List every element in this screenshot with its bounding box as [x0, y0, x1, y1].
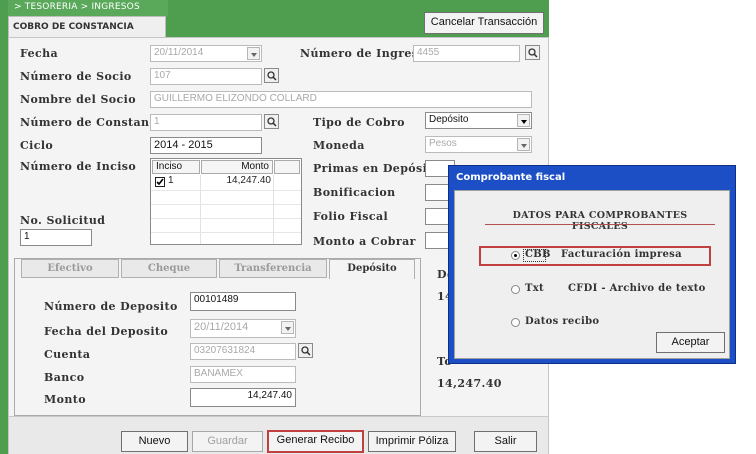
guardar-button[interactable]: Guardar: [192, 431, 263, 452]
fecha-deposito-label: Fecha del Deposito: [44, 325, 169, 338]
option-txt-desc[interactable]: CFDI - Archivo de texto: [568, 283, 706, 294]
fecha-field[interactable]: 20/11/2014: [150, 45, 262, 62]
dropdown-arrow-icon: [281, 321, 294, 334]
inciso-cell: 1: [168, 175, 174, 186]
option-datos-recibo[interactable]: Datos recibo: [525, 316, 599, 327]
generar-recibo-button[interactable]: Generar Recibo: [267, 430, 364, 453]
monto-cell: 14,247.40: [226, 175, 272, 186]
nombre-socio-field[interactable]: GUILLERMO ELIZONDO COLLARD: [150, 91, 532, 108]
fecha-label: Fecha: [20, 47, 59, 60]
option-txt-code[interactable]: Txt: [525, 283, 544, 294]
tipo-cobro-label: Tipo de Cobro: [313, 116, 405, 129]
search-socio-button[interactable]: [264, 68, 279, 83]
grid-header-blank: [274, 160, 300, 174]
cancel-transaction-button[interactable]: Cancelar Transacción: [424, 12, 544, 34]
numero-deposito-field[interactable]: 00101489: [190, 292, 296, 311]
dropdown-arrow-icon: [517, 138, 530, 151]
inciso-grid[interactable]: Inciso Monto 1 14,247.40: [150, 158, 302, 245]
tab-efectivo[interactable]: Efectivo: [21, 259, 119, 278]
tab-transferencia[interactable]: Transferencia: [219, 259, 327, 278]
dialog-heading: DATOS PARA COMPROBANTES FISCALES: [512, 210, 688, 232]
option-cbb-code[interactable]: CBB: [525, 249, 551, 260]
comprobante-fiscal-dialog: Comprobante fiscal DATOS PARA COMPROBANT…: [448, 165, 736, 364]
dialog-body: DATOS PARA COMPROBANTES FISCALES CBB Fac…: [454, 190, 730, 359]
moneda-label: Moneda: [313, 139, 365, 152]
fecha-deposito-field[interactable]: 20/11/2014: [190, 319, 296, 338]
magnifier-icon: [267, 117, 277, 127]
breadcrumb: > TESORERIA > INGRESOS: [14, 2, 140, 12]
magnifier-icon: [267, 71, 277, 81]
banco-field[interactable]: BANAMEX: [190, 366, 296, 383]
nombre-socio-label: Nombre del Socio: [20, 93, 136, 106]
cuenta-label: Cuenta: [44, 348, 91, 361]
form-title: COBRO DE CONSTANCIA: [13, 22, 134, 32]
cuenta-field[interactable]: 03207631824: [190, 343, 296, 360]
table-row[interactable]: 1 14,247.40: [153, 175, 273, 189]
tab-deposito[interactable]: Depósito: [329, 259, 415, 279]
monto-deposito-label: Monto: [44, 393, 86, 406]
magnifier-icon: [301, 346, 311, 356]
numero-socio-label: Número de Socio: [20, 70, 132, 83]
radio-datos-recibo[interactable]: [511, 318, 520, 327]
tab-cheque[interactable]: Cheque: [121, 259, 217, 278]
search-constancia-button[interactable]: [264, 114, 279, 129]
aceptar-button[interactable]: Aceptar: [656, 332, 725, 353]
moneda-select[interactable]: Pesos: [425, 136, 532, 153]
salir-button[interactable]: Salir: [474, 431, 537, 452]
numero-socio-field[interactable]: 107: [150, 68, 262, 85]
bonificacion-label: Bonificacion: [313, 186, 396, 199]
magnifier-icon: [528, 48, 538, 58]
option-cbb-desc[interactable]: Facturación impresa: [561, 249, 682, 260]
ciclo-label: Ciclo: [20, 139, 54, 152]
dropdown-arrow-icon: [247, 47, 260, 60]
search-cuenta-button[interactable]: [298, 343, 313, 358]
imprimir-poliza-button[interactable]: Imprimir Póliza: [368, 431, 456, 452]
dropdown-arrow-icon: [517, 114, 530, 127]
search-ingreso-button[interactable]: [525, 45, 540, 60]
numero-ingreso-label: Número de Ingreso: [300, 47, 427, 60]
numero-ingreso-field[interactable]: 4455: [413, 45, 520, 62]
ciclo-field[interactable]: 2014 - 2015: [150, 137, 262, 154]
numero-inciso-label: Número de Inciso: [20, 160, 137, 173]
primas-label: Primas en Depósito: [313, 162, 441, 175]
dialog-title: Comprobante fiscal: [456, 172, 566, 183]
radio-txt[interactable]: [511, 285, 520, 294]
folio-label: Folio Fiscal: [313, 210, 389, 223]
tipo-cobro-select[interactable]: Depósito: [425, 112, 532, 129]
solicitud-label: No. Solicitud: [20, 214, 106, 227]
grid-header-inciso[interactable]: Inciso: [152, 160, 200, 174]
numero-constancia-field[interactable]: 1: [150, 114, 262, 131]
side-total-value: 14,247.40: [437, 377, 502, 390]
banco-label: Banco: [44, 371, 85, 384]
numero-deposito-label: Número de Deposito: [44, 300, 178, 313]
monto-cobrar-label: Monto a Cobrar: [313, 235, 416, 248]
form-title-tab: COBRO DE CONSTANCIA: [8, 16, 166, 37]
radio-cbb[interactable]: [511, 251, 520, 260]
monto-deposito-field[interactable]: 14,247.40: [190, 388, 296, 407]
nuevo-button[interactable]: Nuevo: [121, 431, 188, 452]
heading-divider: [485, 224, 715, 225]
numero-constancia-label: Número de Constancia: [20, 116, 169, 129]
solicitud-field[interactable]: 1: [20, 229, 92, 246]
grid-header-monto[interactable]: Monto: [201, 160, 273, 174]
checkbox-checked-icon[interactable]: [155, 177, 165, 187]
